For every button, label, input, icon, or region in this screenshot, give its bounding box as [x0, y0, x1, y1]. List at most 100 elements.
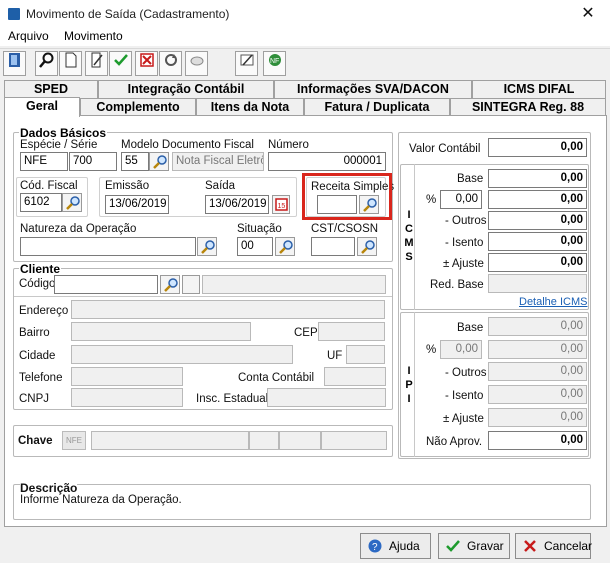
icms-pct-field[interactable]: 0,00 — [440, 190, 482, 209]
modelo-field[interactable]: 55 — [121, 152, 149, 171]
gravar-button[interactable]: Gravar — [438, 533, 510, 559]
edit-icon[interactable] — [85, 51, 108, 76]
descricao-text: Informe Natureza da Operação. — [20, 494, 182, 506]
tab-sped[interactable]: SPED — [4, 80, 98, 98]
icms-isento-field[interactable]: 0,00 — [488, 232, 587, 251]
mail-icon[interactable] — [185, 51, 208, 76]
cliente-divider — [14, 296, 392, 297]
telefone-label: Telefone — [19, 372, 63, 384]
book-icon[interactable] — [3, 51, 26, 76]
icms-pct-label: % — [426, 194, 437, 206]
cliente-search-icon[interactable] — [160, 275, 180, 294]
nfe-icon[interactable]: NF — [263, 51, 286, 76]
ipi-outros-label: - Outros — [445, 367, 487, 379]
iss-icon[interactable] — [235, 51, 258, 76]
icms-vertical-label: ICMS — [404, 209, 414, 263]
endereco-field — [71, 300, 385, 319]
ipi-base-label: Base — [457, 322, 484, 334]
tab-informacoes-sva-dacon[interactable]: Informações SVA/DACON — [274, 80, 472, 98]
cnpj-label: CNPJ — [19, 393, 50, 405]
tab-integracao-contabil[interactable]: Integração Contábil — [98, 80, 274, 98]
ipi-naoaprov-field[interactable]: 0,00 — [488, 431, 587, 450]
ie-field — [267, 388, 386, 407]
natureza-field[interactable] — [20, 237, 196, 256]
cst-label: CST/CSOSN — [311, 223, 379, 235]
nfe-key-icon[interactable]: NFE — [62, 431, 86, 450]
cst-search-icon[interactable] — [357, 237, 377, 256]
natureza-search-icon[interactable] — [197, 237, 217, 256]
cfop-box — [16, 177, 88, 217]
confirm-icon[interactable] — [109, 51, 132, 76]
tab-sintegra-reg-88[interactable]: SINTEGRA Reg. 88 — [450, 98, 606, 116]
situacao-label: Situação — [237, 223, 282, 235]
cst-field[interactable] — [311, 237, 355, 256]
tab-itens-da-nota[interactable]: Itens da Nota — [196, 98, 304, 116]
situacao-field[interactable]: 00 — [237, 237, 273, 256]
cidade-field — [71, 345, 293, 364]
chave-field-1 — [91, 431, 249, 450]
cancelar-button[interactable]: Cancelar — [515, 533, 592, 559]
modelo-desc-field: Nota Fiscal Eletrôn — [172, 152, 264, 171]
ipi-isento-field: 0,00 — [488, 385, 587, 404]
tab-geral[interactable]: Geral — [4, 97, 80, 117]
new-doc-icon[interactable] — [59, 51, 82, 76]
detalhe-icms-link[interactable]: Detalhe ICMS — [519, 296, 587, 308]
ipi-ajuste-label: ± Ajuste — [443, 413, 484, 425]
codigo-field[interactable] — [54, 275, 158, 294]
tab-icms-difal[interactable]: ICMS DIFAL — [472, 80, 606, 98]
ipi-sep — [414, 312, 415, 457]
especie-field[interactable]: NFE — [20, 152, 68, 171]
ipi-pct-field: 0,00 — [440, 340, 482, 359]
numero-label: Número — [268, 139, 309, 151]
tab-complemento[interactable]: Complemento — [80, 98, 196, 116]
natureza-label: Natureza da Operação — [20, 223, 137, 235]
search-icon[interactable] — [35, 51, 58, 76]
icms-sep — [414, 164, 415, 310]
cnpj-field — [71, 388, 183, 407]
valor-contabil-field[interactable]: 0,00 — [488, 138, 587, 157]
telefone-field — [71, 367, 183, 386]
situacao-search-icon[interactable] — [275, 237, 295, 256]
ie-label: Insc. Estadual — [196, 393, 269, 405]
bairro-label: Bairro — [19, 327, 50, 339]
ipi-pct-label: % — [426, 344, 437, 356]
ipi-naoaprov-label: Não Aprov. — [426, 436, 483, 448]
modelo-label: Modelo Documento Fiscal — [121, 139, 254, 151]
icms-red-field — [488, 274, 587, 293]
bairro-field — [71, 322, 251, 341]
calendar-icon[interactable]: 15 — [272, 195, 290, 214]
refresh-icon[interactable] — [159, 51, 182, 76]
icms-base-field[interactable]: 0,00 — [488, 169, 587, 188]
conta-label: Conta Contábil — [238, 372, 315, 384]
menu-movimento[interactable]: Movimento — [64, 29, 123, 43]
icms-valor-field[interactable]: 0,00 — [488, 190, 587, 209]
help-icon: ? — [368, 539, 382, 553]
ajuda-button[interactable]: ? Ajuda — [360, 533, 431, 559]
ipi-base-field: 0,00 — [488, 317, 587, 336]
numero-field[interactable]: 000001 — [268, 152, 386, 171]
icms-outros-field[interactable]: 0,00 — [488, 211, 587, 230]
uf-label: UF — [327, 350, 343, 362]
cliente-nome-field — [202, 275, 386, 294]
cancel-x-icon — [524, 540, 536, 552]
cliente-detail-icon[interactable] — [182, 275, 200, 294]
chave-field-4 — [321, 431, 387, 450]
window-icon — [8, 8, 20, 20]
ipi-isento-label: - Isento — [445, 390, 484, 402]
close-button[interactable]: ✕ — [575, 4, 601, 24]
tab-fatura-duplicata[interactable]: Fatura / Duplicata — [304, 98, 450, 116]
cliente-title: Cliente — [19, 262, 62, 276]
highlight-box — [302, 173, 392, 220]
serie-field[interactable]: 700 — [69, 152, 117, 171]
chave-field-2 — [249, 431, 279, 450]
delete-icon[interactable] — [135, 51, 158, 76]
modelo-search-icon[interactable] — [149, 152, 169, 171]
icms-outros-label: - Outros — [445, 215, 487, 227]
icms-ajuste-field[interactable]: 0,00 — [488, 253, 587, 272]
emissao-field[interactable]: 13/06/2019 — [105, 195, 169, 214]
saida-field[interactable]: 13/06/2019 — [205, 195, 269, 214]
ipi-valor-field: 0,00 — [488, 340, 587, 359]
cidade-label: Cidade — [19, 350, 56, 362]
menu-arquivo[interactable]: Arquivo — [8, 29, 49, 43]
title-bar: Movimento de Saída (Cadastramento) ✕ — [0, 0, 610, 28]
